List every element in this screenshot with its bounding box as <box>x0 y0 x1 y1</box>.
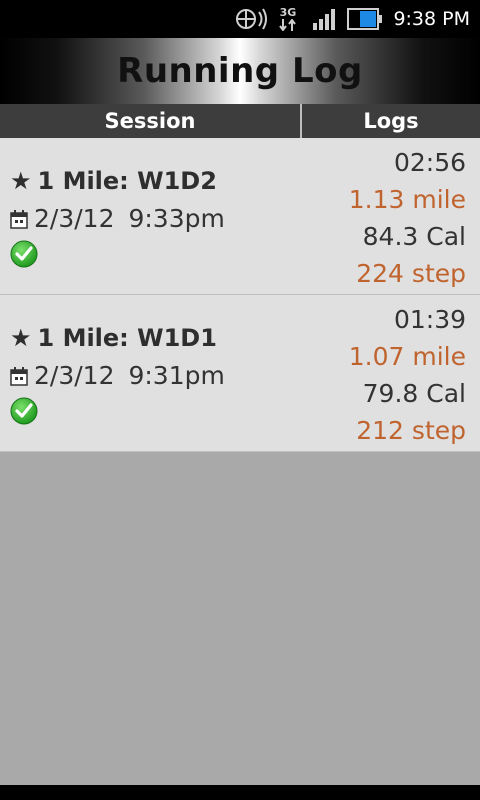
bottom-bar <box>0 785 480 800</box>
app-title: Running Log <box>117 51 363 91</box>
session-column-header: Session <box>104 109 196 133</box>
calendar-icon <box>10 366 28 386</box>
network-3g-icon: 3G <box>274 0 302 38</box>
sync-icon <box>232 0 268 38</box>
column-header: Session Logs <box>0 104 480 138</box>
session-date: 2/3/12 9:33pm <box>10 204 225 233</box>
logs-column-header: Logs <box>363 109 419 133</box>
clock: 9:38 PM <box>393 8 470 30</box>
calories: 79.8 Cal <box>362 379 466 408</box>
network-label: 3G <box>279 6 297 19</box>
check-icon <box>10 240 38 268</box>
signal-icon <box>310 0 340 38</box>
duration: 01:39 <box>393 305 466 334</box>
distance: 1.07 mile <box>348 342 466 371</box>
session-name: ★ 1 Mile: W1D2 <box>10 167 217 195</box>
session-stats: 02:56 1.13 mile 84.3 Cal 224 step <box>349 144 466 292</box>
calories: 84.3 Cal <box>362 222 466 251</box>
title-bar: Running Log <box>0 38 480 104</box>
steps: 212 step <box>356 416 466 445</box>
date-text: 2/3/12 <box>34 204 115 233</box>
session-date: 2/3/12 9:31pm <box>10 361 225 390</box>
calendar-icon <box>10 209 28 229</box>
session-row[interactable]: ★ 1 Mile: W1D1 2/3/12 9:31pm 01:39 1.07 … <box>0 295 480 452</box>
battery-icon <box>346 0 384 38</box>
star-icon: ★ <box>10 324 32 352</box>
session-list: ★ 1 Mile: W1D2 2/3/12 9:33pm 02:56 1.13 … <box>0 138 480 452</box>
time-text: 9:33pm <box>128 204 225 233</box>
distance: 1.13 mile <box>348 185 466 214</box>
star-icon: ★ <box>10 167 32 195</box>
time-text: 9:31pm <box>128 361 225 390</box>
date-text: 2/3/12 <box>34 361 115 390</box>
steps: 224 step <box>356 259 466 288</box>
session-row[interactable]: ★ 1 Mile: W1D2 2/3/12 9:33pm 02:56 1.13 … <box>0 138 480 295</box>
session-name: ★ 1 Mile: W1D1 <box>10 324 217 352</box>
session-title: 1 Mile: W1D1 <box>37 324 217 352</box>
session-title: 1 Mile: W1D2 <box>37 167 217 195</box>
status-bar: 3G 9:38 PM <box>0 0 480 38</box>
duration: 02:56 <box>393 148 466 177</box>
session-stats: 01:39 1.07 mile 79.8 Cal 212 step <box>349 301 466 449</box>
check-icon <box>10 397 38 425</box>
